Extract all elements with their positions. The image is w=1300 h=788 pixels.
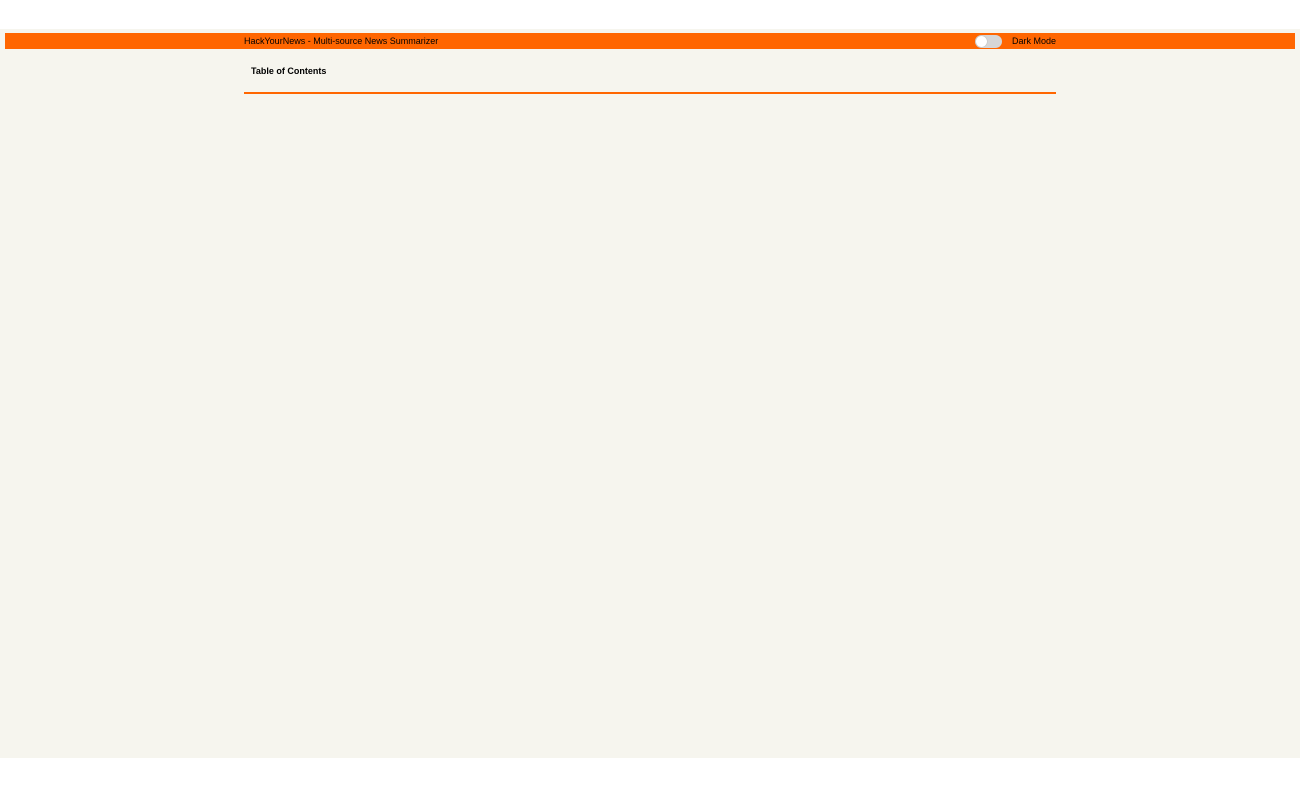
table-of-contents: Table of Contents [244, 59, 1056, 94]
toc-title: Table of Contents [251, 66, 327, 76]
dark-mode-toggle[interactable] [975, 35, 1002, 48]
dark-mode-label: Dark Mode [1012, 36, 1057, 46]
toggle-knob [976, 36, 987, 47]
app-title: HackYourNews - Multi-source News Summari… [244, 36, 439, 46]
header-bar: HackYourNews - Multi-source News Summari… [5, 33, 1295, 49]
page-viewport: HackYourNews - Multi-source News Summari… [0, 29, 1300, 758]
